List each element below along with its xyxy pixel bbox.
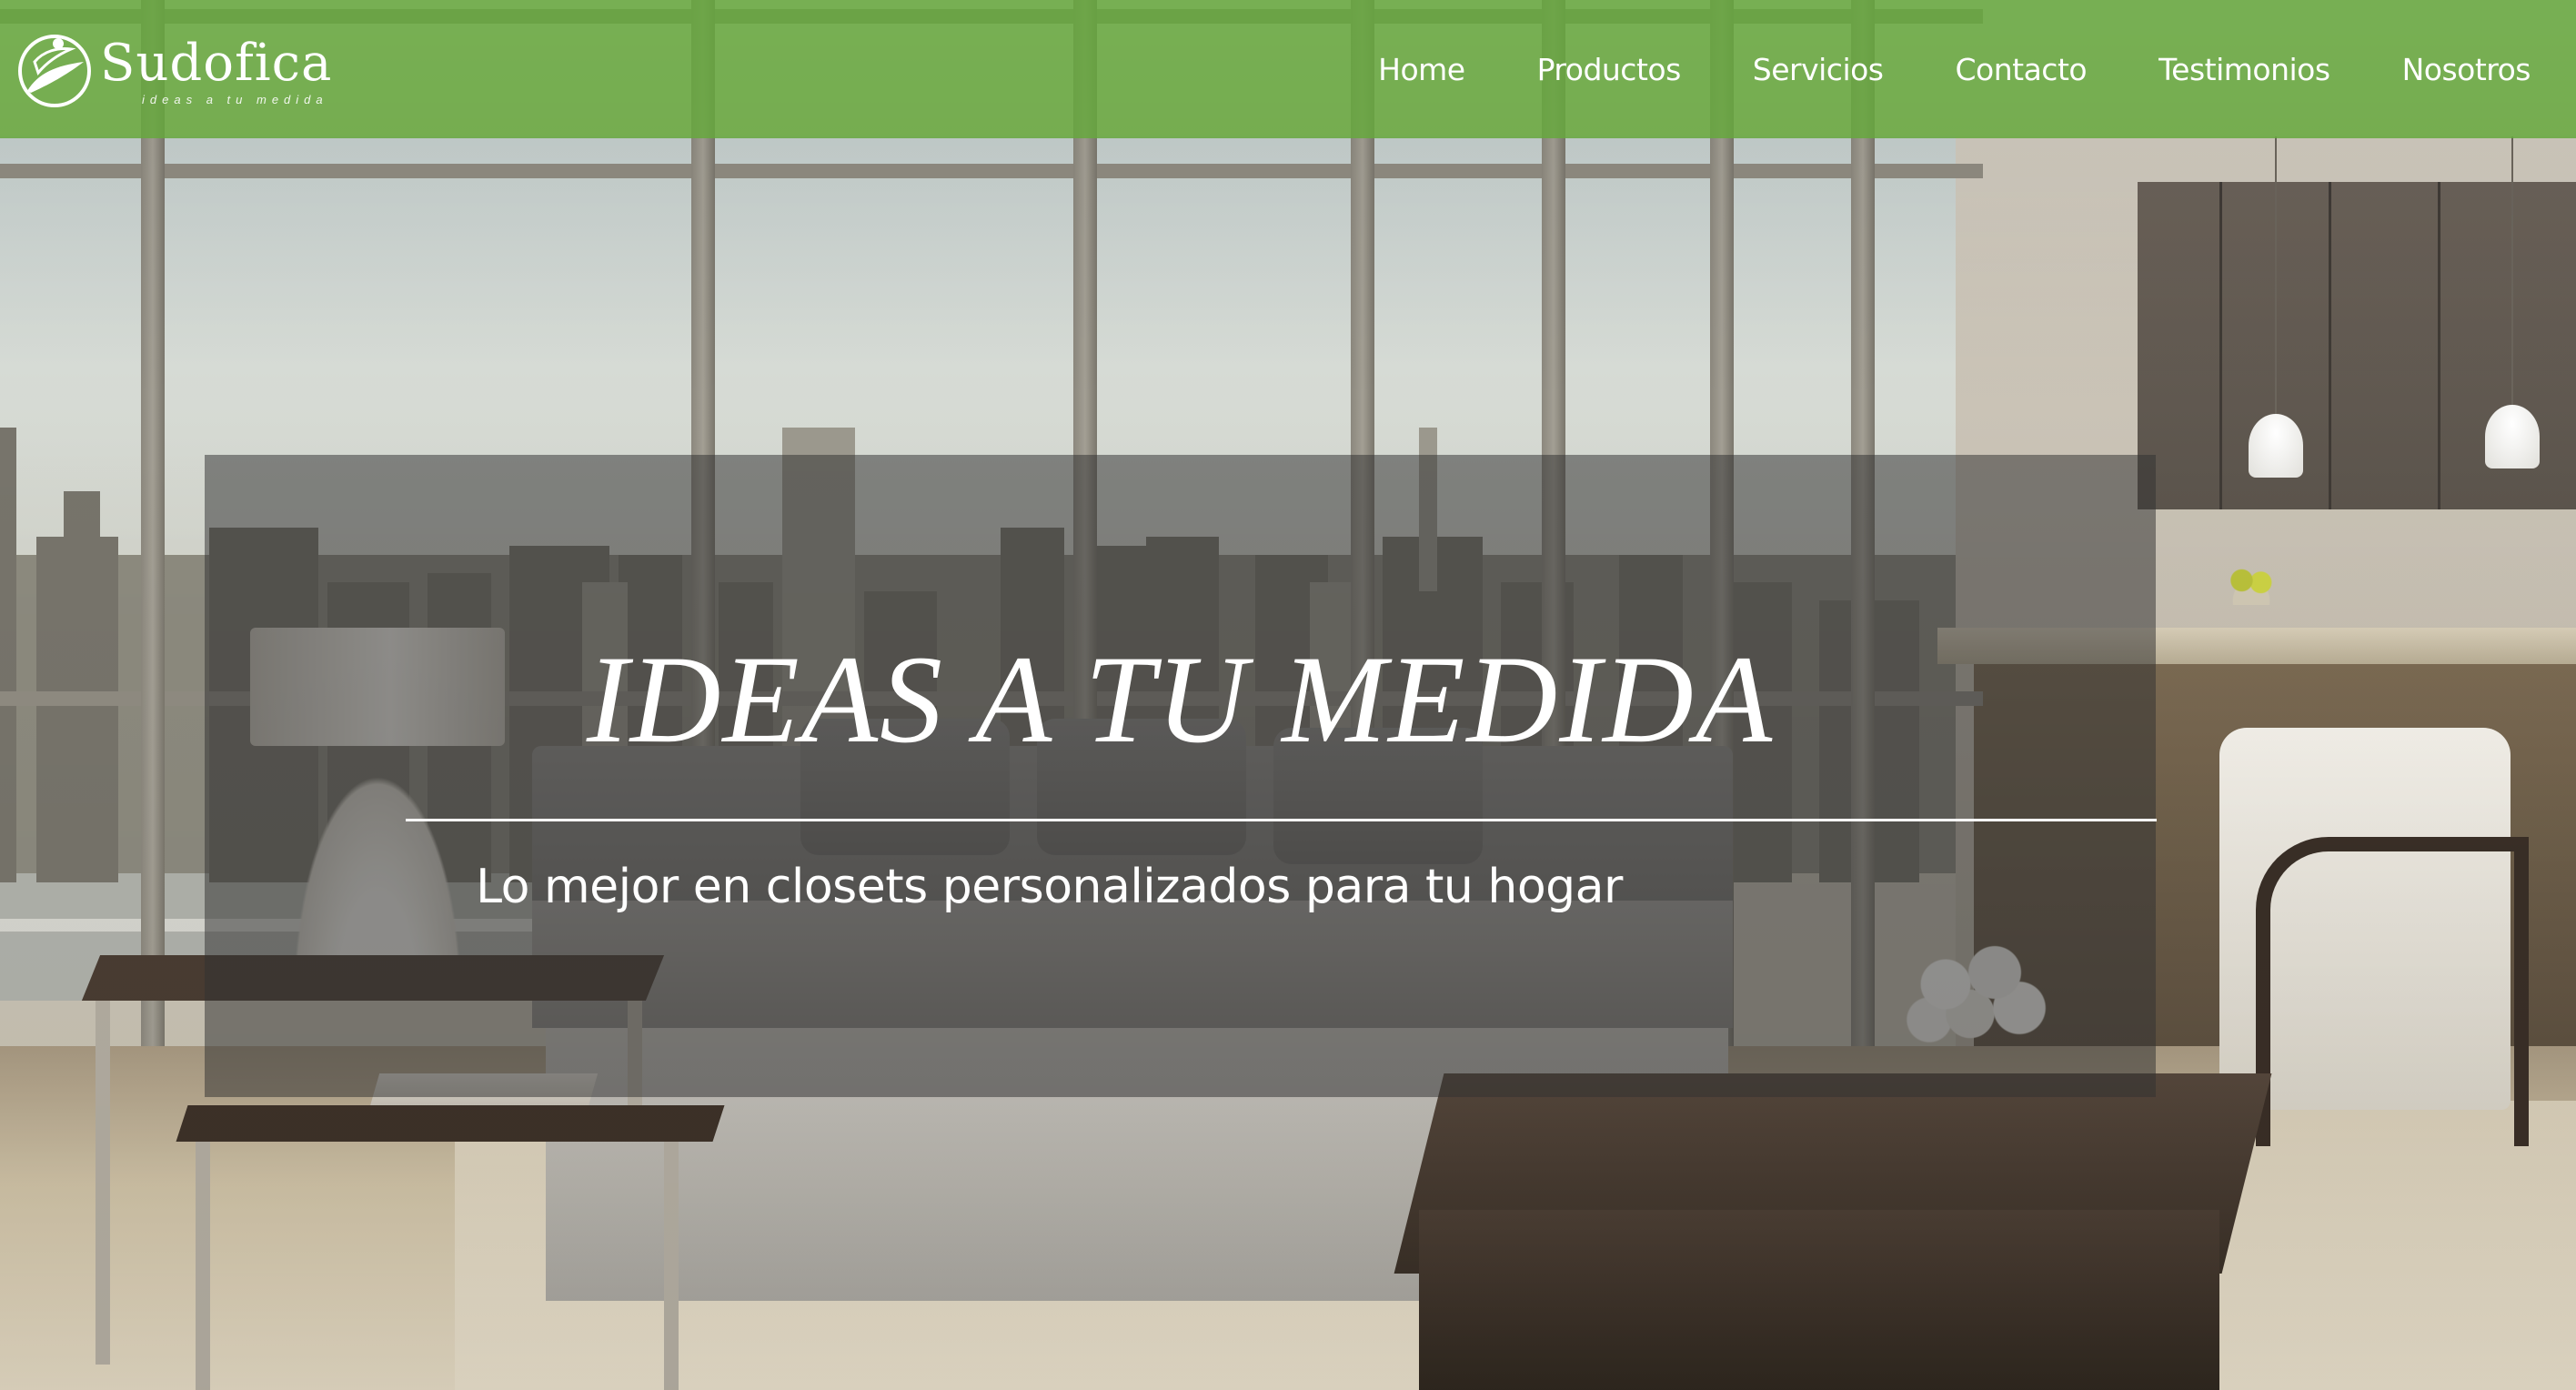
- nav-link-servicios[interactable]: Servicios: [1753, 52, 1884, 87]
- brand-tagline: ideas a tu medida: [142, 92, 328, 106]
- nav-link-nosotros[interactable]: Nosotros: [2402, 52, 2531, 87]
- nav-link-home[interactable]: Home: [1378, 52, 1465, 87]
- nav-link-contacto[interactable]: Contacto: [1956, 52, 2088, 87]
- brand-logo-link[interactable]: Sudofica ideas a tu medida: [11, 15, 332, 124]
- page: Sudofica ideas a tu medida Home Producto…: [0, 0, 2576, 1390]
- main-nav: Home Productos Servicios Contacto Testim…: [1378, 52, 2531, 87]
- nav-link-productos[interactable]: Productos: [1537, 52, 1682, 87]
- hero-divider: [406, 819, 2157, 821]
- top-navbar: Sudofica ideas a tu medida Home Producto…: [0, 0, 2576, 138]
- brand-name: Sudofica: [100, 33, 333, 93]
- hero-overlay-band: [205, 455, 2156, 1097]
- hero-title: IDEAS A TU MEDIDA: [586, 630, 1775, 769]
- nav-link-testimonios[interactable]: Testimonios: [2158, 52, 2330, 87]
- brand-wordmark: Sudofica ideas a tu medida: [100, 33, 333, 106]
- hero-subtitle: Lo mejor en closets personalizados para …: [476, 860, 1623, 914]
- leaf-circle-logo-icon: [11, 25, 98, 113]
